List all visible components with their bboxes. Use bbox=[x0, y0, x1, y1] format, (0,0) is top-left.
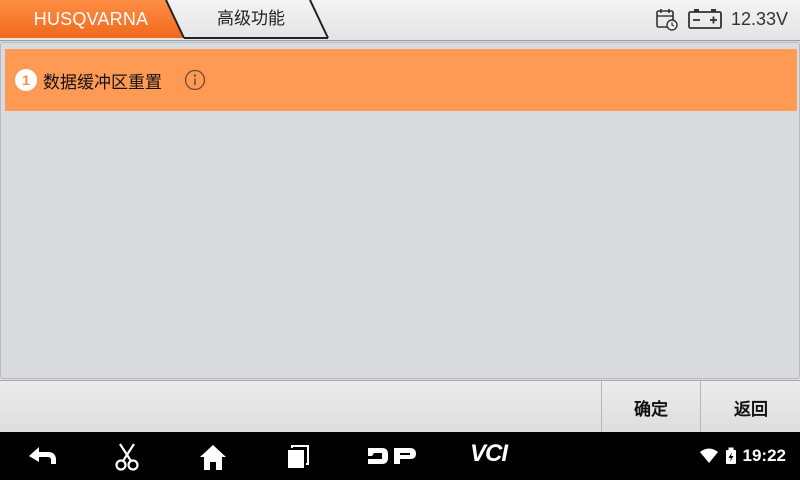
scissors-icon[interactable] bbox=[112, 442, 142, 472]
info-icon[interactable] bbox=[184, 69, 206, 91]
voltage-readout: 12.33V bbox=[730, 8, 788, 29]
function-label: 数据缓冲区重置 bbox=[43, 72, 162, 93]
list-item[interactable]: 1 数据缓冲区重置 bbox=[5, 49, 797, 111]
battery-charging-icon bbox=[725, 447, 736, 464]
recent-apps-icon[interactable] bbox=[284, 442, 312, 470]
item-number-badge: 1 bbox=[15, 69, 37, 91]
breadcrumb: HUSQVARNA 高级功能 bbox=[0, 0, 340, 40]
title-bar: HUSQVARNA 高级功能 12.33V bbox=[0, 0, 800, 41]
action-bar: 确定 返回 bbox=[0, 380, 800, 433]
calendar-clock-icon bbox=[656, 9, 678, 31]
confirm-button[interactable]: 确定 bbox=[601, 381, 700, 433]
system-status: 19:22 bbox=[699, 432, 786, 480]
dp-icon[interactable] bbox=[366, 444, 418, 468]
system-nav-bar: DP VCI 19:22 bbox=[0, 432, 800, 480]
breadcrumb-item-brand[interactable]: HUSQVARNA bbox=[0, 0, 182, 38]
wifi-icon bbox=[699, 448, 718, 463]
function-list: 1 数据缓冲区重置 bbox=[0, 42, 800, 379]
status-area: 12.33V bbox=[655, 0, 800, 38]
home-icon[interactable] bbox=[198, 442, 228, 472]
vci-icon[interactable]: VCI bbox=[470, 440, 508, 468]
clock: 19:22 bbox=[742, 446, 786, 465]
back-button[interactable]: 返回 bbox=[700, 381, 800, 433]
breadcrumb-item-current[interactable]: 高级功能 bbox=[186, 0, 316, 38]
battery-icon bbox=[688, 9, 722, 29]
back-icon[interactable] bbox=[26, 442, 60, 470]
